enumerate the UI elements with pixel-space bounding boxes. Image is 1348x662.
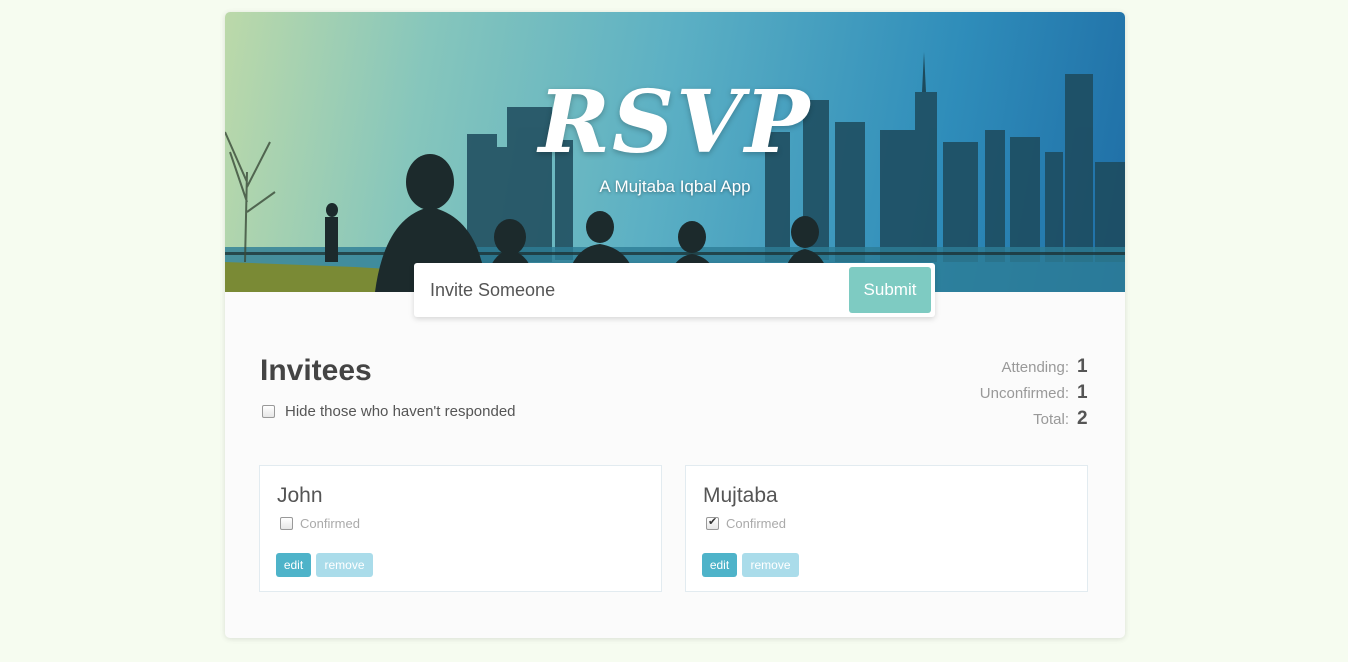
- stat-total: Total: 2: [930, 408, 1090, 434]
- stat-unconfirmed: Unconfirmed: 1: [930, 382, 1090, 408]
- invitees-heading: Invitees: [260, 354, 372, 387]
- rsvp-stats: Attending: 1 Unconfirmed: 1 Total: 2: [930, 356, 1090, 434]
- confirmed-label: Confirmed: [726, 516, 786, 531]
- hide-unresponded-filter[interactable]: Hide those who haven't responded: [262, 403, 516, 420]
- confirmed-checkbox[interactable]: [706, 515, 719, 530]
- edit-button[interactable]: edit: [702, 553, 737, 577]
- stat-attending-label: Attending:: [1001, 359, 1069, 376]
- remove-button[interactable]: remove: [742, 553, 799, 577]
- guest-card: John Confirmed edit remove: [259, 465, 662, 592]
- stat-unconfirmed-label: Unconfirmed:: [979, 385, 1069, 402]
- invite-input[interactable]: [414, 263, 834, 317]
- guest-confirm-toggle[interactable]: Confirmed: [706, 515, 786, 531]
- guest-name: Mujtaba: [703, 484, 778, 507]
- stat-attending-value: 1: [1077, 356, 1088, 377]
- hide-unresponded-label: Hide those who haven't responded: [285, 403, 516, 420]
- header-banner: RSVP A Mujtaba Iqbal App: [225, 12, 1125, 292]
- remove-button[interactable]: remove: [316, 553, 373, 577]
- edit-button[interactable]: edit: [276, 553, 311, 577]
- confirmed-label: Confirmed: [300, 516, 360, 531]
- stat-attending: Attending: 1: [930, 356, 1090, 382]
- invite-form: Submit: [414, 263, 935, 317]
- guest-confirm-toggle[interactable]: Confirmed: [280, 516, 360, 531]
- stat-total-label: Total:: [1033, 411, 1069, 428]
- app-title: RSVP: [538, 72, 812, 173]
- hide-unresponded-checkbox[interactable]: [262, 405, 275, 418]
- stat-total-value: 2: [1077, 408, 1088, 429]
- guest-card: Mujtaba Confirmed edit remove: [685, 465, 1088, 592]
- submit-button[interactable]: Submit: [849, 267, 931, 313]
- guest-name: John: [277, 484, 323, 507]
- stat-unconfirmed-value: 1: [1077, 382, 1088, 403]
- confirmed-checkbox[interactable]: [280, 517, 293, 530]
- app-subtitle: A Mujtaba Iqbal App: [599, 177, 751, 196]
